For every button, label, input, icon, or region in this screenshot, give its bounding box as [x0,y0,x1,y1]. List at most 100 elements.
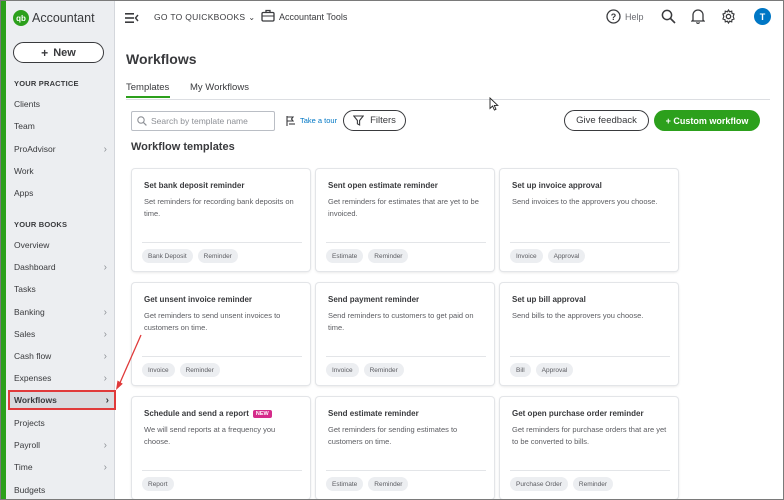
card-description: Send reminders to customers to get paid … [328,311,474,332]
card-description: Get reminders to send unsent invoices to… [144,311,281,332]
brand[interactable]: qb Accountant [13,10,95,26]
avatar[interactable]: T [754,8,771,25]
new-badge: NEW [252,409,272,418]
new-button[interactable]: + New [13,42,104,63]
sidebar-item-budgets[interactable]: Budgets [14,482,113,498]
tag: Bill [510,363,531,377]
sidebar-item-label: Expenses [14,373,52,383]
tab-templates[interactable]: Templates [126,82,169,93]
sidebar-item-dashboard[interactable]: Dashboard › [14,259,113,275]
tag: Reminder [368,249,409,263]
template-card-estimate-reminder[interactable]: Send estimate reminder Get reminders for… [316,397,494,499]
card-description: Send invoices to the approvers you choos… [512,197,658,206]
tab-my-workflows[interactable]: My Workflows [190,82,249,93]
tag: Report [142,477,174,491]
sidebar-item-proadvisor[interactable]: ProAdvisor › [14,141,113,157]
template-card-payment-reminder[interactable]: Send payment reminder Send reminders to … [316,283,494,385]
help-icon[interactable]: ? [606,9,621,29]
sidebar-item-cash-flow[interactable]: Cash flow › [14,348,113,364]
sidebar-item-tasks[interactable]: Tasks [14,281,113,297]
take-a-tour-link[interactable]: Take a tour [300,116,337,125]
active-tab-indicator [126,96,170,98]
sidebar-item-time[interactable]: Time › [14,459,113,475]
sidebar-item-clients[interactable]: Clients [14,96,113,112]
page-title: Workflows [126,51,197,67]
sidebar-item-expenses[interactable]: Expenses › [14,370,113,386]
search-icon[interactable] [661,9,676,29]
sidebar-item-banking[interactable]: Banking › [14,304,113,320]
card-title: Send estimate reminder [328,409,419,418]
card-title: Get open purchase order reminder [512,409,644,418]
sidebar-item-team[interactable]: Team [14,118,113,134]
tag: Reminder [197,249,238,263]
tab-divider [126,99,770,100]
sidebar-item-label: Cash flow [14,351,52,361]
template-card-bank-deposit[interactable]: Set bank deposit reminder Set reminders … [132,169,310,271]
template-search-field[interactable] [131,111,275,131]
chevron-down-icon: ⌄ [248,13,256,22]
sidebar-item-apps[interactable]: Apps [14,185,113,201]
sidebar-item-label: Tasks [14,284,36,294]
sidebar-item-label: Work [14,166,34,176]
tag: Reminder [368,477,409,491]
card-title-text: Schedule and send a report [144,409,249,418]
sidebar-item-payroll[interactable]: Payroll › [14,437,113,453]
tour-icon[interactable] [285,114,297,132]
section-heading-books: YOUR BOOKS [14,220,68,229]
sidebar-item-label: Budgets [14,485,46,495]
brand-name: Accountant [32,11,95,25]
accountant-tools-link[interactable]: Accountant Tools [279,12,347,22]
chevron-right-icon: › [103,439,107,451]
card-title: Schedule and send a report NEW [144,409,272,418]
card-description: Get reminders for sending estimates to c… [328,425,458,446]
card-divider [326,470,486,471]
card-title: Set up invoice approval [512,181,602,190]
new-button-label: New [53,46,76,59]
card-divider [510,470,670,471]
template-card-bill-approval[interactable]: Set up bill approval Send bills to the a… [500,283,678,385]
tag: Approval [547,249,586,263]
bell-icon[interactable] [690,8,706,29]
sidebar-item-work[interactable]: Work [14,163,113,179]
collapse-menu-icon[interactable] [125,11,139,29]
template-card-open-estimate[interactable]: Sent open estimate reminder Get reminder… [316,169,494,271]
plus-icon: + [41,45,49,60]
chevron-right-icon: › [103,372,107,384]
sidebar-item-projects[interactable]: Projects [14,415,113,431]
card-title: Sent open estimate reminder [328,181,438,190]
chevron-right-icon: › [103,143,107,155]
sidebar-item-label: Dashboard [14,262,56,272]
template-search-input[interactable] [151,116,269,126]
briefcase-icon[interactable] [261,9,275,27]
template-card-schedule-report[interactable]: Schedule and send a report NEW We will se… [132,397,310,499]
card-description: We will send reports at a frequency you … [144,425,276,446]
card-title: Set up bill approval [512,295,586,304]
tag: Approval [535,363,574,377]
template-card-purchase-order[interactable]: Get open purchase order reminder Get rem… [500,397,678,499]
template-card-invoice-approval[interactable]: Set up invoice approval Send invoices to… [500,169,678,271]
card-divider [510,242,670,243]
tag: Purchase Order [510,477,568,491]
sidebar-item-label: Payroll [14,440,40,450]
card-divider [142,470,302,471]
tag: Reminder [179,363,220,377]
app-window: qb Accountant + New YOUR PRACTICE Client… [0,0,784,500]
card-description: Set reminders for recording bank deposit… [144,197,294,218]
section-heading-practice: YOUR PRACTICE [14,79,79,88]
filters-button[interactable]: Filters [343,110,406,131]
goto-quickbooks-dropdown[interactable]: GO TO QUICKBOOKS ⌄ [154,12,255,22]
help-label[interactable]: Help [625,12,644,22]
card-divider [326,356,486,357]
give-feedback-button[interactable]: Give feedback [564,110,649,131]
sidebar-item-overview[interactable]: Overview [14,237,113,253]
custom-workflow-button[interactable]: + Custom workflow [654,110,760,131]
card-divider [510,356,670,357]
chevron-right-icon: › [103,461,107,473]
gear-icon[interactable] [721,8,736,29]
sidebar-item-sales[interactable]: Sales › [14,326,113,342]
card-divider [326,242,486,243]
template-card-unsent-invoice[interactable]: Get unsent invoice reminder Get reminder… [132,283,310,385]
card-divider [142,356,302,357]
sidebar-item-label: Projects [14,418,45,428]
top-bar: GO TO QUICKBOOKS ⌄ Accountant Tools ? Hel… [115,1,783,35]
